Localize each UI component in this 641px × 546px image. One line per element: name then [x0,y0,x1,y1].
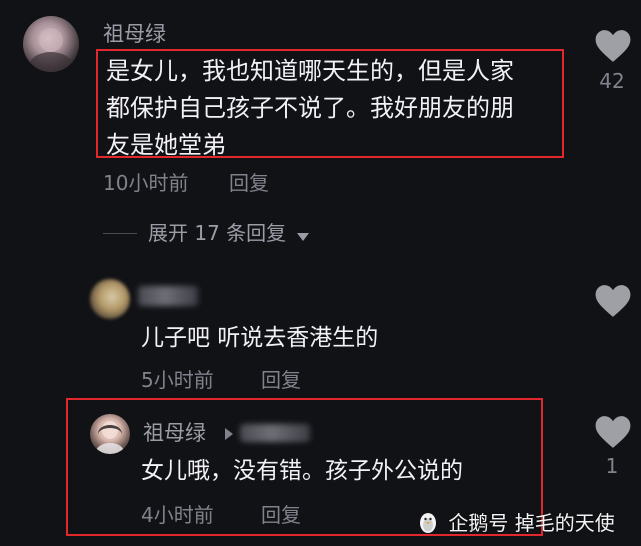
avatar-blur-image [29,28,73,72]
watermark-text: 企鹅号 掉毛的天使 [448,511,615,535]
heart-icon [595,285,631,317]
reply-button[interactable]: 回复 [261,503,301,527]
reply-text: 女儿哦，没有错。孩子外公说的 [141,458,463,484]
heart-icon [595,416,631,448]
reply-button[interactable]: 回复 [229,171,269,195]
reply-timestamp: 5小时前 [141,368,214,392]
like-button[interactable] [594,283,632,323]
comment-text: 是女儿，我也知道哪天生的，但是人家 都保护自己孩子不说了。我好朋友的朋 友是她堂… [106,57,514,159]
comment-timestamp: 10小时前 [103,171,189,195]
avatar-image [96,421,124,454]
reply-author[interactable]: 祖母绿 [143,421,206,445]
penguin-logo-icon [418,512,438,539]
expand-replies-button[interactable]: 展开 17 条回复 [148,221,310,247]
comment-author[interactable]: 祖母绿 [103,22,166,46]
expand-replies-label: 展开 17 条回复 [148,221,287,245]
heart-icon [595,30,631,62]
reply-to-arrow-icon [223,426,235,445]
avatar[interactable] [23,16,79,72]
reply-avatar[interactable] [90,279,130,319]
like-button[interactable] [594,28,632,68]
reply-target-redacted [240,424,310,442]
reply-author-redacted [138,286,198,306]
reply-text: 儿子吧 听说去香港生的 [141,325,379,351]
like-count: 1 [605,454,619,478]
like-button[interactable] [594,414,632,454]
reply-avatar[interactable] [90,414,130,454]
caret-down-icon [296,223,310,247]
watermark: 企鹅号 掉毛的天使 [418,511,615,539]
reply-button[interactable]: 回复 [261,368,301,392]
reply-timestamp: 4小时前 [141,503,214,527]
divider [103,233,137,234]
like-count: 42 [599,69,625,93]
